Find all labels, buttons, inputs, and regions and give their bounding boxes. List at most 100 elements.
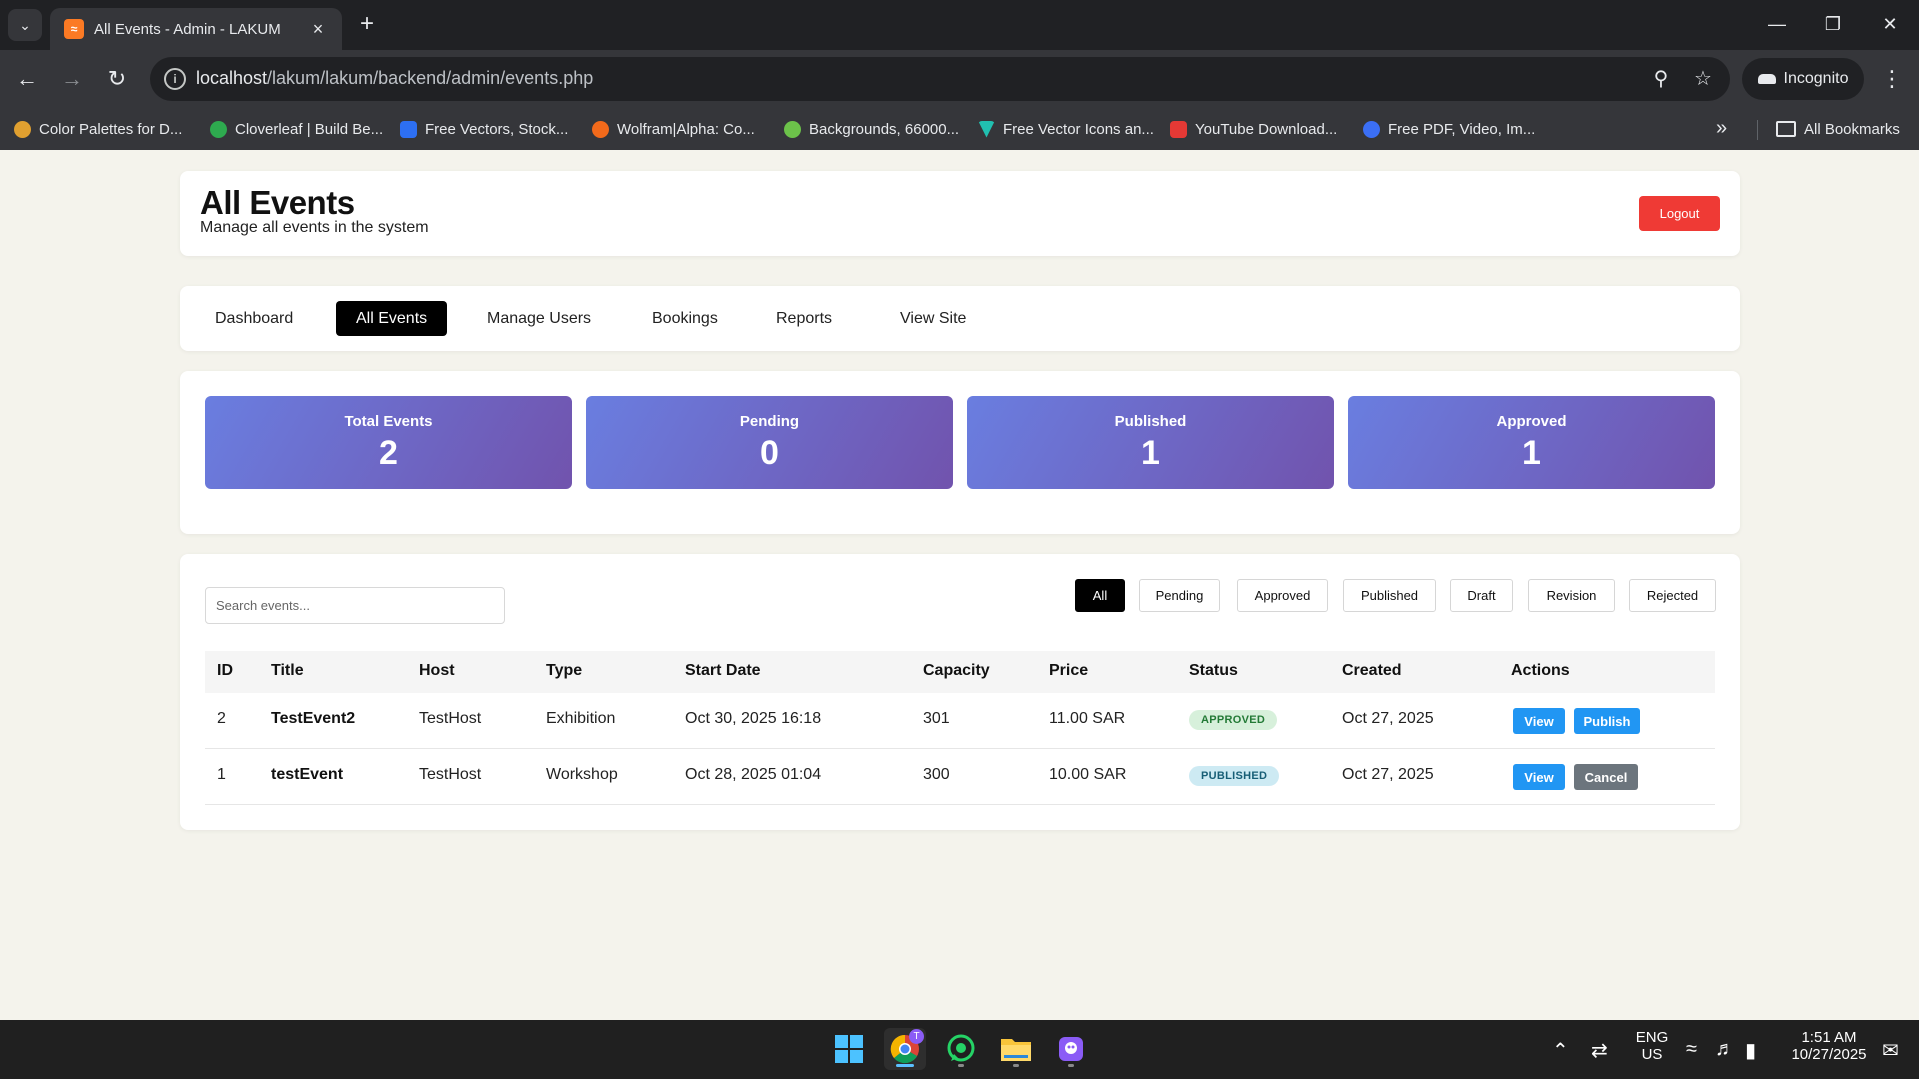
all-bookmarks-label: All Bookmarks bbox=[1804, 120, 1900, 138]
stat-pending: Pending 0 bbox=[586, 396, 953, 489]
restore-icon[interactable]: ❐ bbox=[1818, 10, 1848, 38]
view-button[interactable]: View bbox=[1513, 708, 1565, 734]
table-row: 2 TestEvent2 TestHost Exhibition Oct 30,… bbox=[205, 693, 1715, 749]
bookmark-star-icon[interactable]: ☆ bbox=[1690, 66, 1716, 92]
bookmark-label: Color Palettes for D... bbox=[39, 120, 183, 138]
language-indicator[interactable]: ENG US bbox=[1630, 1020, 1674, 1079]
bookmark-label: Free PDF, Video, Im... bbox=[1388, 120, 1536, 138]
nav-manage-users[interactable]: Manage Users bbox=[467, 301, 611, 336]
chrome-icon[interactable]: T bbox=[884, 1028, 926, 1070]
nav-dashboard[interactable]: Dashboard bbox=[195, 301, 313, 336]
more-menu-icon[interactable]: ⋮ bbox=[1880, 64, 1904, 94]
cancel-button[interactable]: Cancel bbox=[1574, 764, 1638, 790]
cell-price: 11.00 SAR bbox=[1049, 710, 1126, 727]
zoom-icon[interactable]: ⚲ bbox=[1648, 66, 1674, 92]
col-id: ID bbox=[217, 662, 233, 679]
vector-icon bbox=[978, 120, 995, 138]
col-status: Status bbox=[1189, 662, 1238, 679]
cell-capacity: 300 bbox=[923, 766, 950, 783]
logout-button[interactable]: Logout bbox=[1639, 196, 1720, 231]
double-chevron-right-icon[interactable]: » bbox=[1716, 117, 1727, 140]
search-input[interactable] bbox=[205, 587, 505, 624]
filter-approved[interactable]: Approved bbox=[1237, 579, 1328, 612]
cell-created: Oct 27, 2025 bbox=[1342, 710, 1434, 727]
site-info-icon[interactable]: i bbox=[164, 68, 186, 90]
taskbar: T ⌃ ⇄ ENG US ≈ ♬ ▮ 1:51 AM 10/27/2025 ✉ bbox=[0, 1020, 1919, 1079]
stat-approved: Approved 1 bbox=[1348, 396, 1715, 489]
col-price: Price bbox=[1049, 662, 1089, 679]
filter-all[interactable]: All bbox=[1075, 579, 1125, 612]
bookmark-item[interactable]: Backgrounds, 66000... bbox=[784, 118, 959, 140]
publish-button[interactable]: Publish bbox=[1574, 708, 1640, 734]
bookmarks-bar: Color Palettes for D... Cloverleaf | Bui… bbox=[0, 108, 1919, 150]
stat-value: 2 bbox=[379, 434, 398, 472]
bookmark-item[interactable]: Free PDF, Video, Im... bbox=[1363, 118, 1535, 140]
chevron-up-icon[interactable]: ⌃ bbox=[1552, 1038, 1569, 1063]
bookmark-label: YouTube Download... bbox=[1195, 120, 1338, 138]
col-created: Created bbox=[1342, 662, 1402, 679]
bookmark-item[interactable]: Free Vector Icons an... bbox=[978, 118, 1154, 140]
filter-draft[interactable]: Draft bbox=[1450, 579, 1513, 612]
table-row: 1 testEvent TestHost Workshop Oct 28, 20… bbox=[205, 749, 1715, 805]
bookmark-item[interactable]: Wolfram|Alpha: Co... bbox=[592, 118, 755, 140]
status-badge: APPROVED bbox=[1189, 710, 1278, 730]
cell-created: Oct 27, 2025 bbox=[1342, 766, 1434, 783]
bookmark-item[interactable]: Cloverleaf | Build Be... bbox=[210, 118, 383, 140]
cell-id: 1 bbox=[217, 766, 226, 783]
nav-all-events[interactable]: All Events bbox=[336, 301, 448, 336]
app-icon[interactable] bbox=[1050, 1028, 1092, 1070]
bookmark-label: Cloverleaf | Build Be... bbox=[235, 120, 384, 138]
bookmark-item[interactable]: Color Palettes for D... bbox=[14, 118, 182, 140]
bookmark-label: Backgrounds, 66000... bbox=[809, 120, 960, 138]
volume-icon[interactable]: ♬ bbox=[1715, 1038, 1735, 1061]
nav-bookings[interactable]: Bookings bbox=[632, 301, 738, 336]
status-badge: PUBLISHED bbox=[1189, 766, 1280, 786]
filter-published[interactable]: Published bbox=[1343, 579, 1436, 612]
running-indicator bbox=[1068, 1064, 1074, 1067]
cell-title: TestEvent2 bbox=[271, 710, 356, 727]
notification-icon[interactable]: ✉ bbox=[1882, 1038, 1899, 1063]
bookmark-item[interactable]: Free Vectors, Stock... bbox=[400, 118, 568, 140]
bookmark-item[interactable]: YouTube Download... bbox=[1170, 118, 1337, 140]
forward-icon[interactable]: → bbox=[57, 64, 87, 94]
nav-view-site[interactable]: View Site bbox=[880, 301, 986, 336]
close-tab-icon[interactable]: × bbox=[308, 19, 328, 40]
stat-value: 1 bbox=[1522, 434, 1541, 472]
back-icon[interactable]: ← bbox=[12, 64, 42, 94]
col-capacity: Capacity bbox=[923, 662, 990, 679]
battery-icon[interactable]: ▮ bbox=[1745, 1038, 1756, 1063]
filter-pending[interactable]: Pending bbox=[1139, 579, 1220, 612]
whatsapp-icon[interactable] bbox=[940, 1028, 982, 1070]
filter-rejected[interactable]: Rejected bbox=[1629, 579, 1716, 612]
new-tab-button[interactable]: + bbox=[354, 12, 380, 38]
wifi-icon[interactable]: ≈ bbox=[1686, 1038, 1697, 1061]
browser-tab-bar: ⌄ ≈ All Events - Admin - LAKUM × + — ❐ ✕ bbox=[0, 0, 1919, 50]
cell-price: 10.00 SAR bbox=[1049, 766, 1127, 783]
windows-start-icon[interactable] bbox=[828, 1028, 870, 1070]
tab-search-button[interactable]: ⌄ bbox=[8, 9, 42, 41]
stat-label: Pending bbox=[739, 413, 800, 430]
incognito-indicator[interactable]: Incognito bbox=[1742, 58, 1864, 100]
window-close-icon[interactable]: ✕ bbox=[1875, 10, 1905, 38]
reload-icon[interactable]: ↻ bbox=[102, 64, 132, 94]
running-indicator bbox=[958, 1064, 964, 1067]
filter-revision[interactable]: Revision bbox=[1528, 579, 1615, 612]
clock[interactable]: 1:51 AM 10/27/2025 bbox=[1780, 1020, 1878, 1079]
admin-nav: Dashboard All Events Manage Users Bookin… bbox=[180, 286, 1740, 351]
time-label: 1:51 AM bbox=[1801, 1029, 1857, 1046]
minimize-icon[interactable]: — bbox=[1762, 10, 1792, 38]
stat-value: 0 bbox=[760, 434, 779, 472]
region-label: US bbox=[1641, 1046, 1663, 1063]
browser-tab[interactable]: ≈ All Events - Admin - LAKUM × bbox=[50, 8, 342, 50]
url-text[interactable]: localhost/lakum/lakum/backend/admin/even… bbox=[196, 68, 593, 89]
address-bar[interactable]: i localhost/lakum/lakum/backend/admin/ev… bbox=[150, 57, 1730, 101]
bookmark-label: Wolfram|Alpha: Co... bbox=[617, 120, 755, 138]
sync-icon[interactable]: ⇄ bbox=[1591, 1038, 1608, 1063]
file-explorer-icon[interactable] bbox=[995, 1028, 1037, 1070]
all-bookmarks-button[interactable]: All Bookmarks bbox=[1776, 118, 1900, 140]
view-button[interactable]: View bbox=[1513, 764, 1565, 790]
bookmark-label: Free Vector Icons an... bbox=[1003, 120, 1154, 138]
language-label: ENG bbox=[1635, 1029, 1669, 1046]
freepik-icon bbox=[400, 120, 417, 138]
nav-reports[interactable]: Reports bbox=[756, 301, 852, 336]
